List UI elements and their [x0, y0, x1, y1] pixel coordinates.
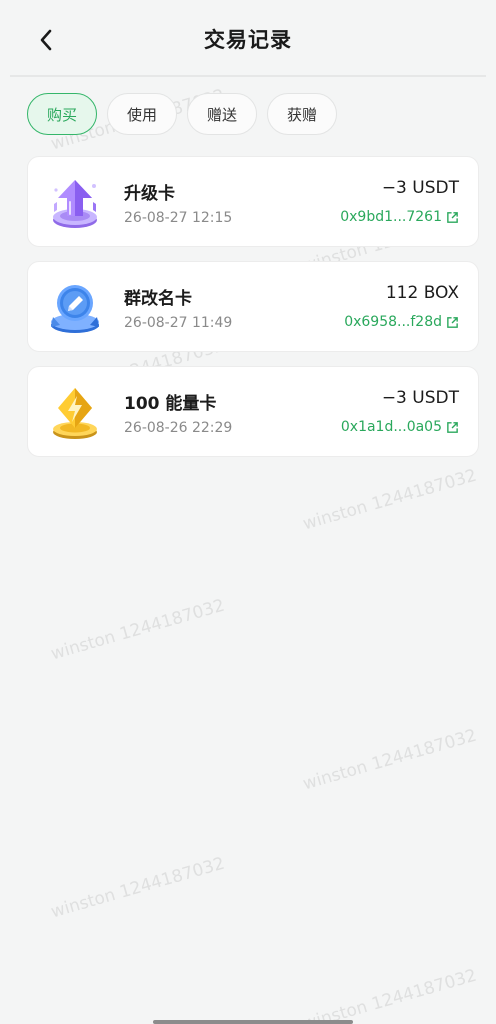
home-indicator	[153, 1020, 353, 1024]
watermark: winston 1244187032	[300, 465, 479, 535]
tx-hash-text: 0x6958...f28d	[344, 314, 442, 330]
energy-bolt-icon	[46, 384, 104, 442]
record-amount: −3 USDT	[381, 178, 459, 198]
list-item[interactable]: 100 能量卡 26-08-26 22:29 −3 USDT 0x1a1d...…	[27, 366, 479, 457]
tab-use[interactable]: 使用	[107, 93, 178, 135]
page-title: 交易记录	[204, 28, 292, 52]
record-amount: 112 BOX	[385, 283, 459, 303]
record-name: 升级卡	[124, 184, 175, 204]
record-amount: −3 USDT	[381, 388, 459, 408]
tx-hash-link[interactable]: 0x6958...f28d	[344, 314, 459, 330]
watermark: winston 1244187032	[48, 595, 227, 665]
tx-hash-text: 0x9bd1...7261	[340, 209, 442, 225]
tab-gift[interactable]: 赠送	[187, 93, 258, 135]
external-link-icon	[447, 421, 458, 433]
tx-hash-link[interactable]: 0x9bd1...7261	[340, 209, 459, 225]
filter-tabs: 购买 使用 赠送 获赠	[27, 93, 338, 135]
watermark: winston 1244187032	[300, 725, 479, 795]
list-item[interactable]: 群改名卡 26-08-27 11:49 112 BOX 0x6958...f28…	[27, 261, 479, 352]
record-date: 26-08-26 22:29	[124, 420, 233, 436]
list-item[interactable]: 升级卡 26-08-27 12:15 −3 USDT 0x9bd1...7261	[27, 156, 479, 247]
watermark: winston 1244187032	[300, 965, 479, 1024]
tab-received[interactable]: 获赠	[267, 93, 338, 135]
record-date: 26-08-27 11:49	[124, 315, 233, 331]
watermark: winston 1244187032	[48, 853, 227, 923]
record-name: 100 能量卡	[124, 394, 217, 414]
record-date: 26-08-27 12:15	[124, 210, 233, 226]
external-link-icon	[447, 211, 458, 223]
rename-pencil-icon	[46, 279, 104, 337]
tx-hash-text: 0x1a1d...0a05	[340, 419, 442, 435]
record-name: 群改名卡	[124, 289, 192, 309]
nav-header: 交易记录	[0, 0, 496, 77]
tab-purchase[interactable]: 购买	[27, 93, 98, 135]
record-list: 升级卡 26-08-27 12:15 −3 USDT 0x9bd1...7261	[27, 156, 479, 471]
upgrade-arrow-icon	[46, 174, 104, 232]
tx-hash-link[interactable]: 0x1a1d...0a05	[341, 419, 459, 435]
external-link-icon	[447, 316, 458, 328]
header-divider	[10, 75, 486, 77]
